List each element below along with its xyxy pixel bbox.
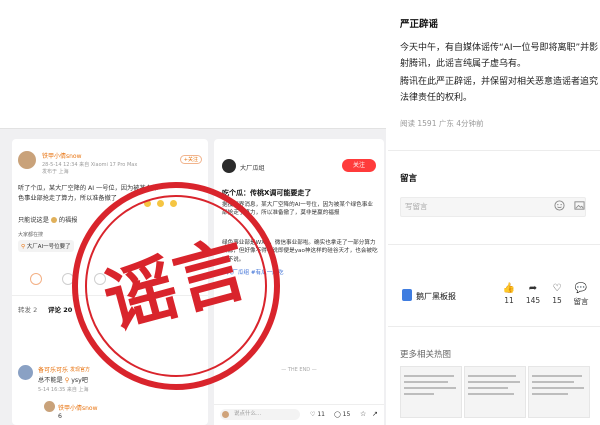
stat-value: 145 — [525, 296, 541, 305]
account-logo-icon[interactable] — [402, 289, 412, 301]
tab-comments[interactable]: 评论 20 — [48, 304, 72, 314]
panel-paragraph-1: 据投资界消息，某大厂空降的AI一号位，因为被某个绿色事业部抢走了算力，所以准备撤… — [222, 202, 373, 217]
avatar[interactable] — [18, 151, 36, 169]
article-title: 严正辟谣 — [400, 19, 439, 30]
stat-comment[interactable]: 💬 留言 — [568, 283, 594, 307]
comment-icon[interactable] — [62, 273, 74, 285]
image-icon[interactable] — [574, 200, 585, 211]
avatar[interactable] — [222, 159, 236, 173]
end-text: THE END — [287, 367, 311, 373]
search-icon: ⚲ — [64, 377, 70, 384]
panel-paragraph-2: 绿色事业部是WXG，微信事业部啦。确实也拿走了一部分算力资源，但好像不得不说即便… — [222, 240, 378, 263]
reply-meta: 5-14 16:35 来自 上海 — [38, 387, 89, 393]
panel-comment-stat[interactable]: ◯ 15 — [334, 411, 350, 418]
post-footer-text: 只能说这是 — [18, 217, 49, 224]
related-thumb[interactable] — [400, 366, 462, 418]
emoji-icon — [144, 200, 151, 207]
topic-text: 大厂AI一号位要了 — [26, 244, 71, 250]
follow-button[interactable]: 关注 — [342, 159, 376, 172]
panel-like-stat[interactable]: ♡ 11 — [310, 411, 325, 418]
divider — [12, 295, 208, 296]
likes-count: 11 — [317, 411, 325, 418]
comment-input[interactable]: 说点什么... — [220, 409, 300, 420]
tab-repost[interactable]: 转发 2 — [18, 304, 37, 314]
article-paragraph-2: 腾讯在此严正辟谣，并保留对相关恶意造谣者追究法律责任的权利。 — [400, 77, 599, 103]
stat-thumb-up[interactable]: 👍 11 — [496, 283, 522, 305]
sub-reply-text: 6 — [58, 413, 62, 420]
related-thumb[interactable] — [464, 366, 526, 418]
comment-icon: 💬 — [574, 283, 588, 294]
like-icon: ♡ — [552, 283, 562, 294]
avatar[interactable] — [44, 401, 55, 412]
post-footer-line: 只能说这是 的福报 — [18, 215, 77, 224]
search-icon: ⚲ — [21, 244, 26, 250]
article-meta: 阅读 1591 广东 4分钟前 — [400, 119, 484, 128]
reply-text-tail: ysy吧 — [71, 377, 88, 384]
repost-icon[interactable] — [30, 273, 42, 285]
account-name[interactable]: 鹅厂黑板报 — [416, 291, 456, 302]
emoji-icon — [170, 200, 178, 207]
thumb-up-icon: 👍 — [502, 283, 516, 294]
reply-text-line: 总不能是 ⚲ ysy吧 — [38, 375, 88, 384]
sub-reply-username[interactable]: 铁甲小倩snow — [58, 403, 98, 412]
post-footer-tail: 的福报 — [58, 217, 78, 224]
post-ip: 发布于 上海 — [42, 169, 69, 175]
topic-link[interactable]: ⚲ 大厂AI一号位要了 — [18, 240, 74, 252]
panel-bottom-bar: 说点什么... ♡ 11 ◯ 15 ☆ ↗ — [214, 404, 384, 425]
reply-text: 总不能是 — [38, 377, 63, 384]
divider — [388, 326, 600, 327]
reply-username[interactable]: 备可乐可乐 — [38, 365, 68, 374]
emoji-row — [144, 192, 178, 211]
heart-icon: ♡ — [310, 411, 316, 418]
divider — [388, 150, 600, 151]
comment-icon: ◯ — [334, 411, 341, 418]
divider — [388, 244, 600, 245]
more-title: 更多相关热图 — [400, 350, 452, 360]
post-timestamp: 28-5-14 12:34 来自 Xiaomi 17 Pro Max — [42, 162, 138, 168]
reply-badge: 发现官方 — [70, 367, 91, 373]
post-card: 铁甲小倩snow 28-5-14 12:34 来自 Xiaomi 17 Pro … — [12, 139, 208, 425]
star-icon[interactable]: ☆ — [360, 410, 366, 418]
emoji-icon — [157, 200, 165, 207]
avatar[interactable] — [18, 365, 33, 380]
comments-title: 留言 — [400, 174, 418, 184]
topic-caption: 大家都在搜 — [18, 232, 44, 238]
stat-value: 11 — [504, 296, 514, 305]
stat-value: 15 — [552, 296, 562, 305]
article-column: 严正辟谣 今天中午，有自媒体谣传“AI一位号即将离职”并影射腾讯，此谣言纯属子虚… — [388, 0, 600, 424]
article-panel: 大厂瓜组 关注 吃个瓜：传桃X调可能要走了 据投资界消息，某大厂空降的AI一号位… — [214, 139, 384, 425]
weibo-screenshot: 铁甲小倩snow 28-5-14 12:34 来自 Xiaomi 17 Pro … — [0, 128, 386, 425]
stat-like[interactable]: ♡ 15 — [544, 283, 570, 305]
end-marker: — THE END — — [281, 367, 317, 373]
panel-tags[interactable]: #大厂瓜组 #有瓜一起吃 — [222, 269, 378, 277]
post-body-line-1: 听了个瓜，某大厂空降的 AI 一号位，因为被某个绿 — [18, 185, 158, 192]
comments-count: 15 — [342, 411, 351, 418]
share-icon[interactable]: ↗ — [372, 410, 378, 418]
related-thumb[interactable] — [528, 366, 590, 418]
stat-share[interactable]: ➦ 145 — [520, 283, 546, 305]
article-paragraph-1: 今天中午，有自媒体谣传“AI一位号即将离职”并影射腾讯，此谣言纯属子虚乌有。 — [400, 43, 599, 69]
screenshot-collage: 铁甲小倩snow 28-5-14 12:34 来自 Xiaomi 17 Pro … — [0, 0, 388, 425]
share-icon: ➦ — [528, 283, 538, 294]
emoji-icon[interactable] — [554, 200, 565, 211]
stat-value: 留言 — [573, 297, 589, 306]
input-placeholder: 说点什么... — [234, 411, 262, 417]
like-icon[interactable] — [94, 273, 106, 285]
emoji-icon — [50, 217, 57, 223]
panel-headline: 吃个瓜：传桃X调可能要走了 — [222, 189, 312, 197]
post-username[interactable]: 铁甲小倩snow — [42, 151, 82, 160]
follow-chip[interactable]: +关注 — [179, 155, 202, 164]
avatar — [222, 411, 229, 418]
post-body-line-2: 色事业部抢走了算力，所以准备撤了 — [18, 195, 117, 202]
panel-account[interactable]: 大厂瓜组 — [240, 163, 265, 172]
